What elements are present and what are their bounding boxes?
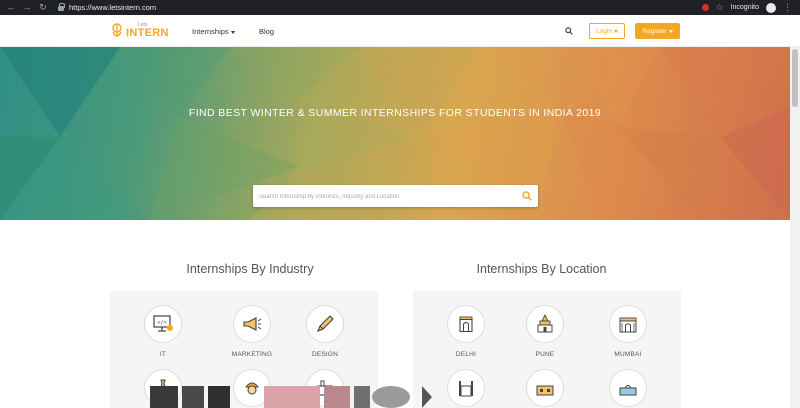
internship-search-input[interactable]	[253, 186, 503, 208]
nav-internships-label: Internships	[192, 27, 229, 36]
back-icon[interactable]: ←	[6, 0, 16, 15]
hero-title: FIND BEST WINTER & SUMMER INTERNSHIPS FO…	[188, 107, 602, 119]
site-logo[interactable]: Lets INTERN	[110, 22, 169, 40]
code-monitor-icon: </>	[153, 315, 173, 332]
login-label: Login	[596, 27, 612, 35]
location-item-delhi[interactable]: DELHI	[426, 305, 506, 358]
thumbnail[interactable]	[354, 386, 370, 408]
location-panel: DELHI PUNE MUMBAI	[413, 291, 681, 408]
charminar-icon	[459, 381, 473, 397]
forward-icon[interactable]: →	[22, 0, 32, 15]
thumbnail[interactable]	[372, 386, 410, 408]
browser-menu-icon[interactable]: ⋮	[783, 2, 792, 13]
search-icon[interactable]	[565, 27, 573, 35]
location-item-label: PUNE	[535, 351, 555, 358]
extension-icon[interactable]	[701, 4, 709, 11]
location-item-city[interactable]	[588, 369, 668, 407]
nav-blog[interactable]: Blog	[259, 27, 274, 36]
hero-search-box[interactable]	[253, 185, 538, 208]
thumbnail[interactable]	[150, 386, 178, 408]
location-item-palace[interactable]	[505, 369, 585, 407]
chevron-down-icon	[668, 29, 673, 33]
logo-main-text: INTERN	[126, 27, 169, 39]
nav-internships[interactable]: Internships	[192, 27, 235, 36]
incognito-label: Incognito	[730, 4, 759, 11]
thumbnail[interactable]	[324, 386, 350, 408]
hero-banner: FIND BEST WINTER & SUMMER INTERNSHIPS FO…	[0, 47, 790, 220]
bookmark-star-icon[interactable]: ☆	[716, 2, 724, 13]
industry-item-label: DESIGN	[311, 351, 339, 358]
search-icon[interactable]	[522, 191, 532, 201]
page-scrollbar[interactable]	[790, 47, 800, 408]
location-item-pune[interactable]: PUNE	[505, 305, 585, 358]
location-item-mumbai[interactable]: MUMBAI	[588, 305, 668, 358]
register-label: Register	[642, 27, 667, 35]
site-header: Lets INTERN Internships Blog Login Regis…	[0, 15, 800, 47]
svg-text:</>: </>	[157, 320, 166, 326]
address-bar[interactable]: https://www.letsintern.com	[58, 3, 156, 12]
location-item-label: MUMBAI	[614, 351, 642, 358]
thumbnail[interactable]	[208, 386, 230, 408]
industry-item-it[interactable]: </> IT	[123, 305, 203, 358]
building-icon	[619, 385, 637, 396]
temple-icon	[537, 313, 553, 333]
logo-mark-icon	[112, 23, 122, 37]
industry-item-design[interactable]: DESIGN	[285, 305, 365, 358]
lock-icon	[58, 3, 65, 11]
pen-icon	[317, 315, 334, 332]
industry-item-marketing[interactable]: MARKETING	[212, 305, 292, 358]
play-icon[interactable]	[422, 386, 432, 408]
address-text[interactable]: https://www.letsintern.com	[69, 3, 156, 12]
chevron-down-icon	[230, 30, 235, 34]
chevron-down-icon	[613, 29, 618, 33]
location-item-label: DELHI	[455, 351, 477, 358]
login-button[interactable]: Login	[589, 23, 625, 39]
megaphone-icon	[243, 317, 262, 331]
industry-item-label: IT	[159, 351, 167, 358]
industry-section-title: Internships By Industry	[186, 262, 314, 276]
thumbnail[interactable]	[264, 386, 320, 408]
incognito-icon[interactable]	[766, 2, 776, 13]
nav-blog-label: Blog	[259, 27, 275, 36]
gateway-icon	[619, 317, 637, 333]
scrollbar-thumb[interactable]	[792, 49, 798, 107]
register-button[interactable]: Register	[635, 23, 680, 39]
reload-icon[interactable]: ↻	[38, 0, 48, 15]
industry-item-label: MARKETING	[231, 351, 273, 358]
thumbnail[interactable]	[182, 386, 204, 408]
india-gate-icon	[459, 316, 473, 333]
thumbnail-strip	[150, 386, 440, 408]
browser-toolbar: ← → ↻ https://www.letsintern.com ☆ Incog…	[0, 0, 800, 15]
location-section-title: Internships By Location	[476, 262, 607, 276]
palace-icon	[536, 385, 554, 396]
